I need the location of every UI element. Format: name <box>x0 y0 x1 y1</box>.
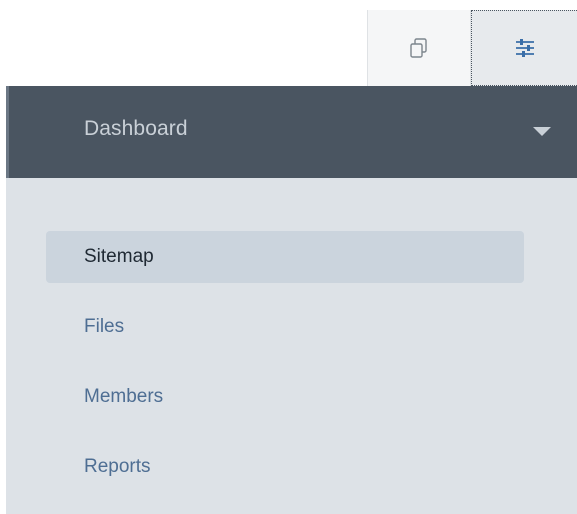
nav-item-label: Sitemap <box>84 246 154 267</box>
pages-button[interactable] <box>367 10 471 86</box>
toolbar <box>0 0 577 86</box>
panel-nav: Sitemap Files Members Reports <box>46 231 524 511</box>
nav-item-label: Files <box>84 316 125 337</box>
app-root: Dashboard Sitemap Files Members Reports <box>0 0 577 514</box>
dashboard-panel: Dashboard Sitemap Files Members Reports <box>6 86 577 514</box>
nav-item-label: Members <box>84 386 164 407</box>
nav-item-files[interactable]: Files <box>46 301 524 353</box>
sliders-icon <box>513 37 537 59</box>
nav-item-label: Reports <box>84 456 151 477</box>
panel-header[interactable]: Dashboard <box>6 86 577 178</box>
nav-item-reports[interactable]: Reports <box>46 441 524 493</box>
nav-item-sitemap[interactable]: Sitemap <box>46 231 524 283</box>
nav-item-members[interactable]: Members <box>46 371 524 423</box>
caret-down-icon[interactable] <box>533 127 551 136</box>
panel-title: Dashboard <box>84 117 188 140</box>
settings-button[interactable] <box>471 10 577 86</box>
pages-icon <box>408 37 430 59</box>
